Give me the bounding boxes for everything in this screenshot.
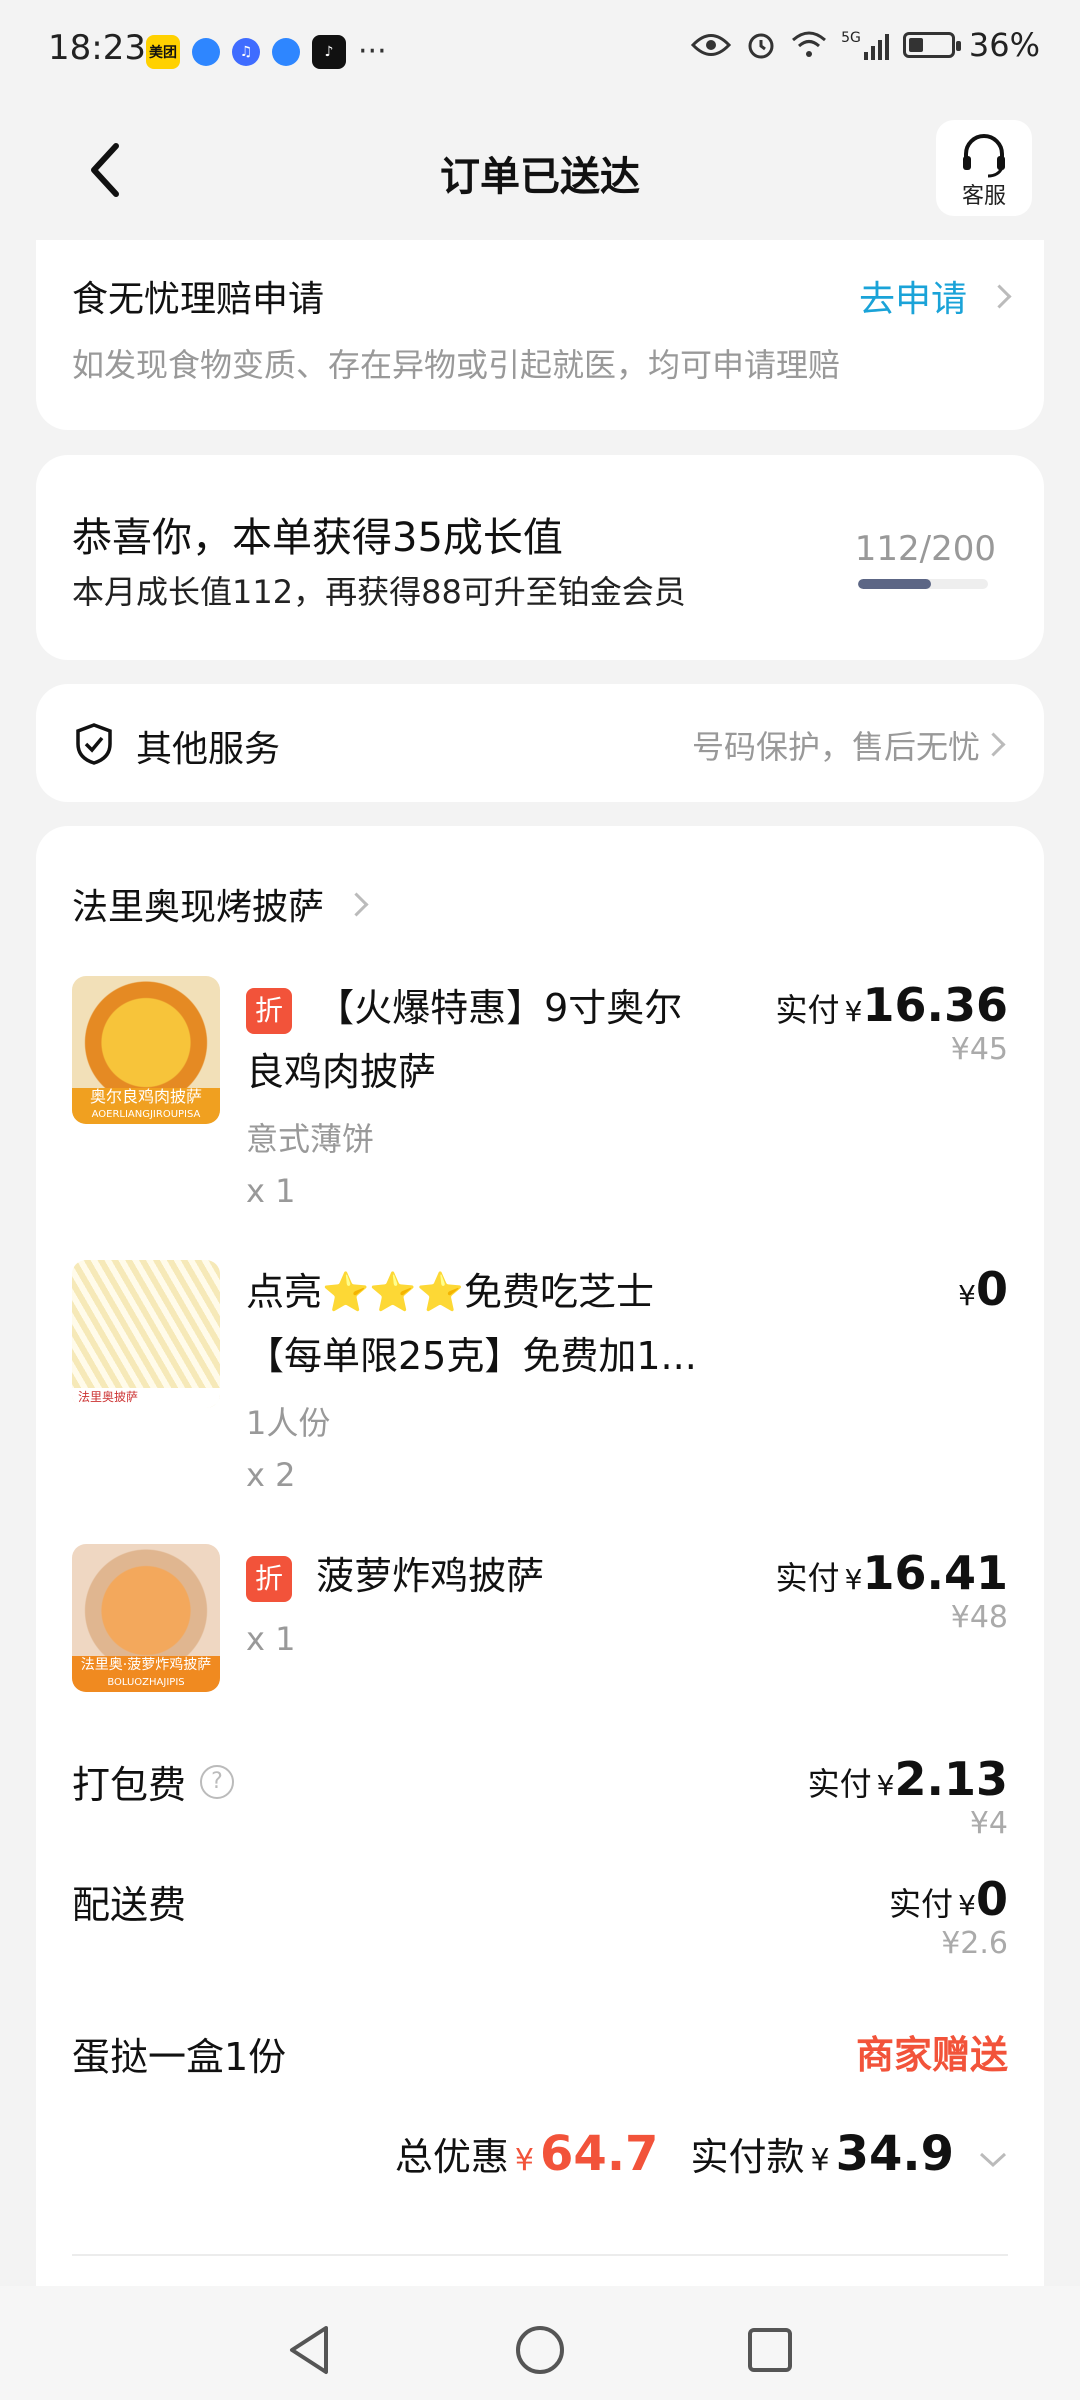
chevron-right-icon <box>987 283 1012 309</box>
item-price-value: 0 <box>975 1262 1008 1316</box>
status-right: 5G 36% <box>691 26 1040 64</box>
item-original-price: ¥45 <box>950 1032 1008 1067</box>
item-title: 点亮⭐⭐⭐免费吃芝士 【每单限25克】免费加1... <box>246 1260 766 1388</box>
browser-icon <box>192 37 220 66</box>
discount-value: 64.7 <box>540 2126 659 2182</box>
claim-title: 食无忧理赔申请 <box>72 279 325 320</box>
item-price: 实付 ¥16.36 ¥45 <box>775 978 1008 1067</box>
fee-price-value: 2.13 <box>894 1752 1009 1806</box>
tiktok-icon: ♪ <box>312 34 346 69</box>
item-qty: x 1 <box>246 1172 296 1210</box>
other-services-desc: 号码保护，售后无忧 <box>691 728 980 766</box>
thumb-subcaption: BOLUOZHAJIPIS <box>107 1677 185 1688</box>
page-header: 订单已送达 客服 <box>0 100 1080 240</box>
divider <box>72 2254 1008 2256</box>
music-icon: ♫ <box>232 37 260 66</box>
help-icon[interactable]: ? <box>200 1764 235 1799</box>
item-name-line2: 良鸡肉披萨 <box>246 1050 437 1094</box>
claim-card: 食无忧理赔申请 去申请 如发现食物变质、存在异物或引起就医，均可申请理赔 <box>36 240 1044 430</box>
chevron-right-icon <box>344 891 369 917</box>
alarm-icon <box>748 33 774 59</box>
item-qty: x 1 <box>246 1620 296 1658</box>
system-nav-bar <box>0 2286 1080 2400</box>
item-price-value: 16.41 <box>862 1546 1008 1600</box>
fee-original-price: ¥2.6 <box>941 1926 1008 1961</box>
eye-icon <box>691 34 732 56</box>
other-services-title: 其他服务 <box>136 729 281 770</box>
item-name-line1: 【火爆特惠】9寸奥尔 <box>316 986 683 1030</box>
fee-label: 打包费 <box>72 1763 187 1807</box>
shop-name: 法里奥现烤披萨 <box>72 887 325 928</box>
item-qty: x 2 <box>246 1456 296 1494</box>
item-price-value: 16.36 <box>862 978 1008 1032</box>
claim-desc: 如发现食物变质、存在异物或引起就医，均可申请理赔 <box>72 346 841 384</box>
notification-icons: 美团 ♫ ♪ ··· <box>146 34 387 69</box>
signal-icon: 5G <box>841 30 889 60</box>
growth-progress-text: 112/200 <box>854 529 996 569</box>
item-name-line1: 点亮⭐⭐⭐免费吃芝士 <box>246 1270 654 1314</box>
item-title: 折 菠萝炸鸡披萨 <box>246 1544 766 1608</box>
thumb-caption: 奥尔良鸡肉披萨 <box>89 1087 202 1106</box>
nav-recents-icon[interactable] <box>746 2326 794 2374</box>
discount-tag: 折 <box>246 987 292 1034</box>
item-name-line1: 菠萝炸鸡披萨 <box>316 1554 545 1598</box>
nav-back-icon[interactable] <box>286 2324 334 2376</box>
item-price: 实付 ¥16.41 ¥48 <box>775 1546 1008 1635</box>
item-title: 折 【火爆特惠】9寸奥尔 良鸡肉披萨 <box>246 976 766 1104</box>
wifi-icon <box>792 31 827 57</box>
item-thumbnail: 奥尔良鸡肉披萨 AOERLIANGJIROUPISA <box>72 976 220 1124</box>
chevron-down-icon <box>979 2152 1007 2168</box>
thumb-subcaption: AOERLIANGJIROUPISA <box>91 1109 201 1120</box>
other-services-card[interactable]: 其他服务 号码保护，售后无忧 <box>36 684 1044 802</box>
fee-price: 实付 ¥0 ¥2.6 <box>889 1872 1008 1961</box>
item-price: ¥0 <box>958 1262 1008 1316</box>
status-bar: 18:23 美团 ♫ ♪ ··· 5G 36% <box>0 0 1080 100</box>
growth-desc: 本月成长值112，再获得88可升至铂金会员 <box>72 573 686 611</box>
paid-value: 34.9 <box>835 2126 954 2182</box>
meituan-app-icon: 美团 <box>146 34 180 69</box>
item-thumbnail: 法里奥·菠萝炸鸡披萨 BOLUOZHAJIPIS <box>72 1544 220 1692</box>
discount-label: 总优惠 <box>394 2135 509 2179</box>
fee-price: 实付 ¥2.13 ¥4 <box>807 1752 1009 1841</box>
battery-percent: 36% <box>968 26 1040 64</box>
growth-title: 恭喜你，本单获得35成长值 <box>72 515 563 561</box>
order-summary[interactable]: 总优惠 ¥ 64.7 实付款 ¥ 34.9 <box>395 2126 1008 2182</box>
shield-check-icon <box>76 723 112 765</box>
thumb-caption: 法里奥·菠萝炸鸡披萨 <box>80 1657 212 1673</box>
more-notifications-icon: ··· <box>358 34 387 69</box>
growth-progress-bar <box>858 579 988 589</box>
fee-label: 配送费 <box>72 1883 187 1927</box>
claim-apply-link[interactable]: 去申请 <box>858 270 1012 322</box>
claim-apply-label: 去申请 <box>858 279 967 320</box>
growth-progress-fill <box>858 579 931 589</box>
customer-service-label: 客服 <box>961 184 1006 209</box>
fee-original-price: ¥4 <box>969 1806 1008 1841</box>
browser-icon-2 <box>272 37 300 66</box>
item-spec: 意式薄饼 <box>246 1120 375 1158</box>
discount-tag: 折 <box>246 1555 292 1602</box>
chevron-right-icon <box>981 732 1006 757</box>
gift-value: 商家赠送 <box>855 2033 1008 2077</box>
customer-service-button[interactable]: 客服 <box>936 120 1032 216</box>
battery-icon <box>902 32 961 58</box>
nav-home-icon[interactable] <box>514 2324 566 2376</box>
growth-card: 恭喜你，本单获得35成长值 本月成长值112，再获得88可升至铂金会员 112/… <box>36 455 1044 660</box>
item-thumbnail: 法里奥披萨 <box>72 1260 220 1408</box>
shop-link[interactable]: 法里奥现烤披萨 <box>72 878 369 930</box>
gift-label: 蛋挞一盒1份 <box>72 2035 287 2079</box>
order-card: 法里奥现烤披萨 奥尔良鸡肉披萨 AOERLIANGJIROUPISA 折 【火爆… <box>36 826 1044 2400</box>
item-spec: 1人份 <box>246 1404 331 1442</box>
status-time: 18:23 <box>48 28 146 68</box>
item-name-line2: 【每单限25克】免费加1... <box>246 1334 697 1378</box>
page-title: 订单已送达 <box>440 154 640 200</box>
paid-label: 实付款 <box>690 2135 805 2179</box>
item-original-price: ¥48 <box>950 1600 1008 1635</box>
headset-icon <box>963 134 1005 178</box>
thumb-caption: 法里奥披萨 <box>72 1388 220 1408</box>
fee-price-value: 0 <box>975 1872 1008 1926</box>
